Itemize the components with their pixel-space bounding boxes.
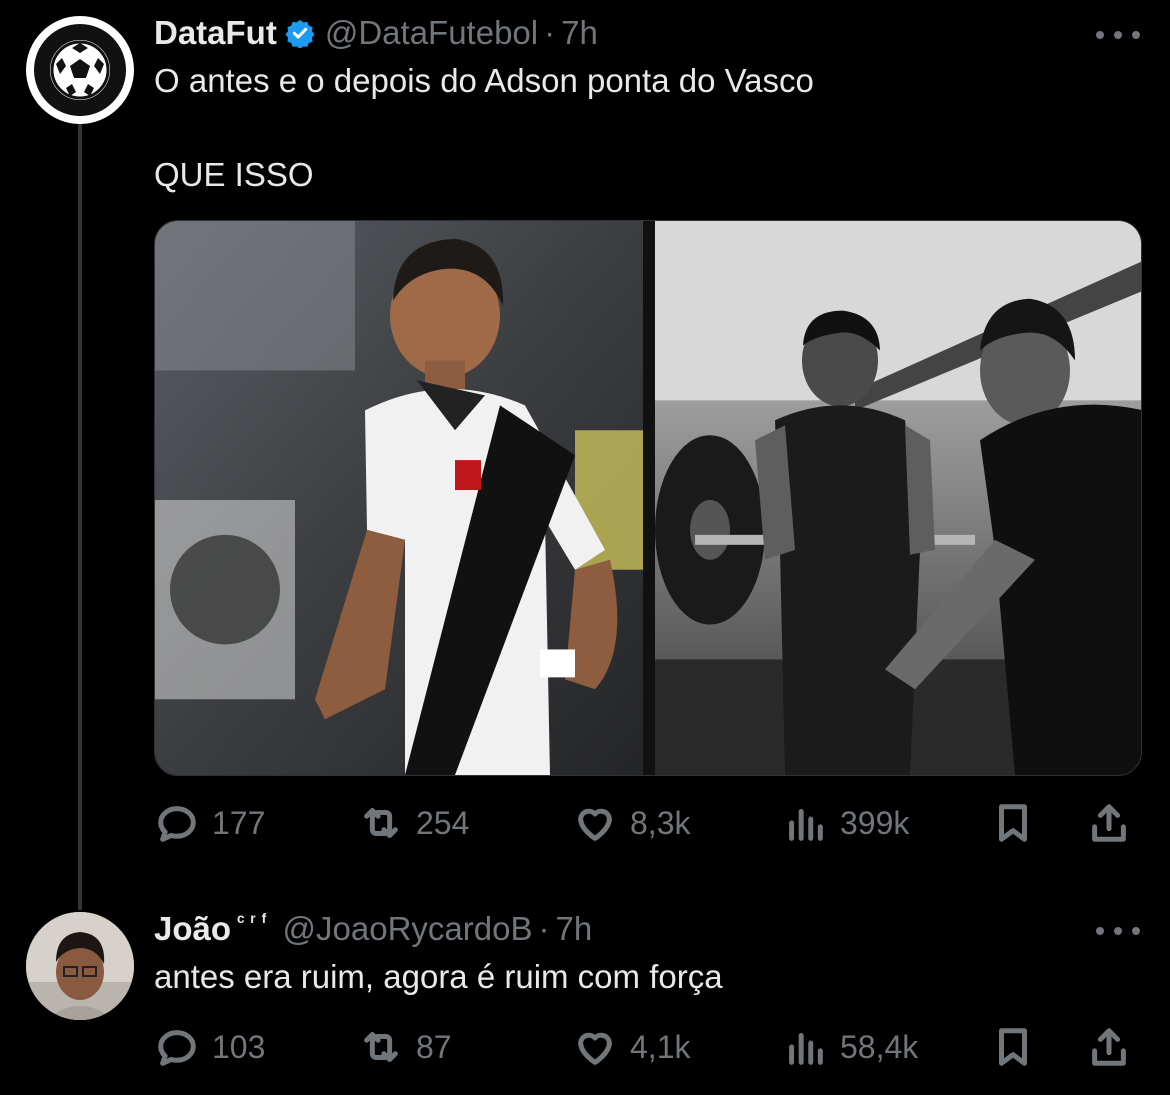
like-icon [578,1032,612,1065]
views-count: 399k [840,804,910,841]
joao-avatar[interactable] [26,912,134,1020]
bookmark-icon [999,1028,1027,1066]
reply-author-handle[interactable]: @JoaoRycardoB [283,910,533,948]
share-button[interactable] [1086,798,1144,848]
bookmark-icon [999,804,1027,842]
thread-connector-line [78,124,82,910]
reply-time[interactable]: 7h [555,910,592,948]
reply-icon [158,806,196,842]
separator-dot: · [538,910,550,947]
like-count: 4,1k [630,1028,691,1065]
photo-before[interactable] [155,221,643,775]
tweet-header: DataFut @DataFutebol · 7h [154,14,598,52]
repost-icon [364,1032,398,1062]
like-count: 8,3k [630,804,691,841]
like-button[interactable]: 4,1k [572,1022,690,1072]
reply-button[interactable]: 177 [154,798,265,848]
bookmark-button[interactable] [990,798,1048,848]
reply-button[interactable]: 103 [154,1022,265,1072]
photo-after[interactable] [655,221,1141,775]
reply-count: 103 [212,1028,266,1065]
repost-count: 87 [416,1028,452,1065]
views-icon [789,1033,823,1065]
views-icon [789,809,823,841]
repost-button[interactable]: 87 [358,1022,452,1072]
repost-icon [364,808,398,838]
reply-actions: 103 87 4,1k 58,4k [154,1022,1144,1072]
verified-badge-icon [285,18,315,49]
tweet-media[interactable] [154,220,1142,776]
repost-button[interactable]: 254 [358,798,469,848]
author-handle[interactable]: @DataFutebol [325,14,538,52]
tweet-text-line2: QUE ISSO [154,156,314,193]
reply-icon [158,1030,196,1066]
more-icon[interactable] [1096,28,1140,42]
author-name[interactable]: DataFut [154,14,277,52]
soccer-ball-icon [46,36,114,104]
tweet-text-line1: O antes e o depois do Adson ponta do Vas… [154,62,814,99]
more-icon[interactable] [1096,924,1140,938]
views-count: 58,4k [840,1028,919,1065]
reply-header: João ᶜʳᶠ @JoaoRycardoB · 7h [154,910,592,948]
share-button[interactable] [1086,1022,1144,1072]
bookmark-button[interactable] [990,1022,1048,1072]
reply-count: 177 [212,804,266,841]
reply-author-suffix: ᶜʳᶠ [237,911,273,933]
separator-dot: · [544,14,556,51]
like-button[interactable]: 8,3k [572,798,690,848]
datafut-avatar[interactable] [26,16,134,124]
like-icon [578,808,612,841]
tweet-actions: 177 254 8,3k 399k [154,798,1144,848]
reply-text: antes era ruim, agora é ruim com força [154,958,723,995]
repost-count: 254 [416,804,470,841]
reply-author-name[interactable]: João [154,910,231,948]
views-button[interactable]: 399k [782,798,909,848]
share-icon [1092,1028,1126,1066]
tweet-time[interactable]: 7h [561,14,598,52]
views-button[interactable]: 58,4k [782,1022,918,1072]
share-icon [1092,804,1126,842]
